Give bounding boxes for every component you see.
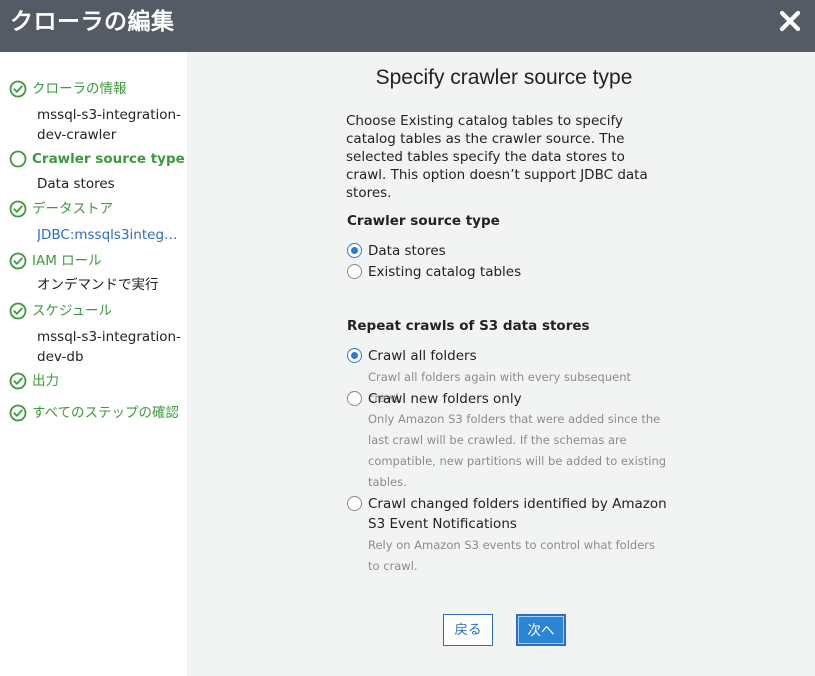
next-button[interactable]: 次へ [516, 614, 566, 646]
check-circle-icon [9, 200, 27, 218]
radio-label: Data stores [368, 243, 446, 259]
radio-description: Only Amazon S3 folders that were added s… [368, 412, 667, 489]
page-title: Specify crawler source type [375, 66, 633, 89]
radio-crawl-changed-folders[interactable]: Crawl changed folders identified by Amaz… [347, 494, 668, 534]
sidebar-step-title: データストア [32, 201, 113, 217]
radio-button[interactable] [347, 496, 362, 511]
close-icon [779, 10, 801, 32]
modal-header: クローラの編集 [0, 0, 815, 52]
back-button[interactable]: 戻る [443, 614, 493, 646]
close-button[interactable] [777, 8, 803, 34]
check-circle-icon [9, 404, 27, 422]
radio-crawl-all-folders[interactable]: Crawl all folders [347, 346, 668, 366]
repeat-crawls-label: Repeat crawls of S3 data stores [347, 318, 590, 334]
sidebar-step-title: すべてのステップの確認 [32, 405, 180, 421]
radio-button[interactable] [347, 391, 362, 406]
radio-label: Crawl all folders [368, 348, 477, 364]
radio-existing-catalog-tables[interactable]: Existing catalog tables [347, 262, 668, 282]
intro-text: Choose Existing catalog tables to specif… [346, 113, 648, 201]
check-circle-icon [9, 302, 27, 320]
radio-label: Existing catalog tables [368, 264, 522, 280]
radio-button[interactable] [347, 264, 362, 279]
radio-button[interactable] [347, 243, 362, 258]
radio-crawl-new-folders[interactable]: Crawl new folders only [347, 389, 668, 409]
radio-label: Crawl changed folders identified by Amaz… [368, 496, 667, 532]
sidebar-step-value: mssql-s3-integration-dev-db [37, 329, 181, 365]
sidebar-step-value: オンデマンドで実行 [37, 277, 159, 293]
radio-label: Crawl new folders only [368, 391, 522, 407]
sidebar-step-title: クローラの情報 [32, 81, 127, 97]
sidebar-step-link[interactable]: JDBC:mssqls3integration-dev [37, 225, 182, 245]
sidebar-step-title: IAM ロール [32, 253, 102, 269]
steps-sidebar: クローラの情報 mssql-s3-integration-dev-crawler… [0, 52, 187, 676]
modal-title: クローラの編集 [10, 9, 175, 35]
check-circle-icon [9, 80, 27, 98]
radio-button[interactable] [347, 348, 362, 363]
source-type-label: Crawler source type [347, 213, 500, 229]
main-content: Specify crawler source type Choose Exist… [187, 52, 815, 676]
empty-circle-icon [9, 150, 27, 168]
sidebar-step-title: スケジュール [32, 303, 113, 319]
sidebar-step-title: 出力 [32, 373, 59, 389]
sidebar-step-title: Crawler source type [32, 151, 185, 167]
radio-data-stores[interactable]: Data stores [347, 241, 668, 261]
check-circle-icon [9, 372, 27, 390]
check-circle-icon [9, 252, 27, 270]
sidebar-step-value: Data stores [37, 176, 115, 192]
radio-description: Rely on Amazon S3 events to control what… [368, 538, 655, 573]
sidebar-step-value: mssql-s3-integration-dev-crawler [37, 107, 181, 143]
